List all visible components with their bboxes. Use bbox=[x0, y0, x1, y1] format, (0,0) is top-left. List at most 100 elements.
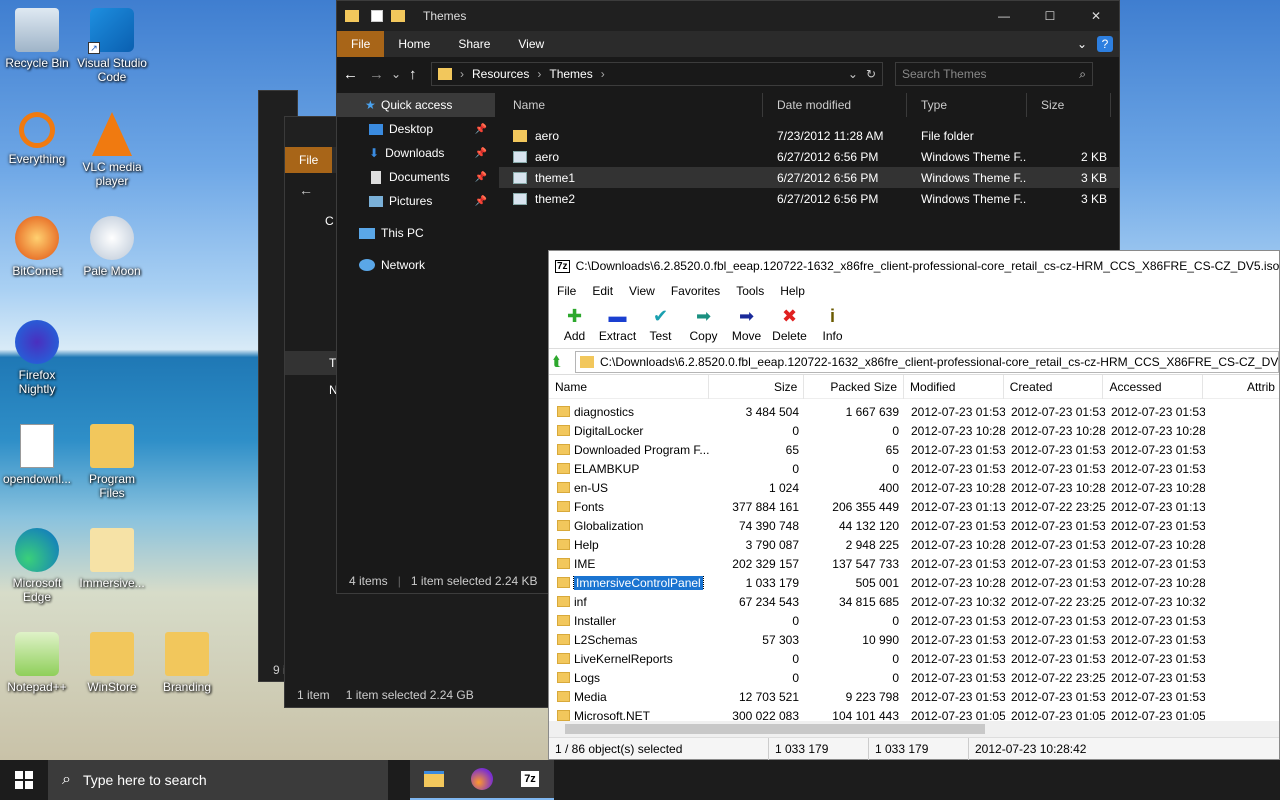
add-button[interactable]: ✚ Add bbox=[553, 301, 596, 343]
menu-tools[interactable]: Tools bbox=[728, 284, 772, 298]
archive-row[interactable]: Media 12 703 521 9 223 798 2012-07-23 01:53… bbox=[549, 687, 1279, 706]
file-row-selected[interactable]: theme1 6/27/2012 6:56 PM Windows Theme F… bbox=[499, 167, 1119, 188]
desktop-icon-vscode[interactable]: ↗ Visual Studio Code bbox=[75, 8, 149, 84]
extract-button[interactable]: ▬ Extract bbox=[596, 301, 639, 343]
pin-icon[interactable]: 📌 bbox=[475, 196, 487, 207]
recent-chevron-icon[interactable]: ⌄ bbox=[391, 67, 409, 81]
archive-row[interactable]: ELAMBKUP 0 0 2012-07-23 01:53 2012-07-23 01:… bbox=[549, 459, 1279, 478]
pin-icon[interactable]: 📌 bbox=[475, 148, 487, 159]
nav-downloads[interactable]: ⬇ Downloads 📌 bbox=[337, 141, 495, 165]
file-row[interactable]: aero 7/23/2012 11:28 AM File folder bbox=[499, 125, 1119, 146]
desktop-icon-pale-moon[interactable]: Pale Moon bbox=[75, 216, 149, 278]
desktop-icon-opendownload[interactable]: opendownl... bbox=[0, 424, 74, 486]
desktop-icon-immersive[interactable]: Immersive... bbox=[75, 528, 149, 590]
scrollbar-thumb[interactable] bbox=[565, 724, 985, 734]
desktop-icon-everything[interactable]: Everything bbox=[0, 112, 74, 166]
archive-row[interactable]: Globalization 74 390 748 44 132 120 2012-07… bbox=[549, 516, 1279, 535]
up-folder-icon[interactable]: ⮬ bbox=[553, 353, 575, 370]
column-name[interactable]: Name bbox=[549, 374, 709, 399]
archive-row[interactable]: Downloaded Program F... 65 65 2012-07-23 01… bbox=[549, 440, 1279, 459]
desktop-icon-vlc[interactable]: VLC media player bbox=[75, 112, 149, 188]
desktop-icon-bitcomet[interactable]: BitComet bbox=[0, 216, 74, 278]
minimize-button[interactable]: — bbox=[981, 9, 1027, 23]
menu-view[interactable]: View bbox=[621, 284, 663, 298]
info-button[interactable]: i Info bbox=[811, 301, 854, 343]
nav-desktop[interactable]: Desktop 📌 bbox=[337, 117, 495, 141]
tab-file[interactable]: File bbox=[337, 31, 385, 57]
search-box[interactable]: Search Themes ⌕ bbox=[895, 62, 1093, 86]
column-size[interactable]: Size bbox=[1027, 93, 1111, 117]
tab-home[interactable]: Home bbox=[384, 31, 444, 57]
7zip-file-manager-window[interactable]: 7z C:\Downloads\6.2.8520.0.fbl_eeap.1207… bbox=[548, 250, 1280, 760]
nav-network[interactable]: Network bbox=[337, 253, 495, 277]
archive-row[interactable]: Installer 0 0 2012-07-23 01:53 2012-07-23 01… bbox=[549, 611, 1279, 630]
column-modified[interactable]: Modified bbox=[904, 374, 1004, 399]
archive-row[interactable]: DigitalLocker 0 0 2012-07-23 10:28 2012-07-2… bbox=[549, 421, 1279, 440]
up-arrow-icon[interactable]: ↑ bbox=[409, 66, 431, 83]
archive-row[interactable]: Logs 0 0 2012-07-23 01:53 2012-07-22 23:25 20… bbox=[549, 668, 1279, 687]
nav-documents[interactable]: Documents 📌 bbox=[337, 165, 495, 189]
file-row[interactable]: theme2 6/27/2012 6:56 PM Windows Theme F… bbox=[499, 188, 1119, 209]
pin-icon[interactable]: 📌 bbox=[475, 124, 487, 135]
desktop-icon-microsoft-edge[interactable]: Microsoft Edge bbox=[0, 528, 74, 604]
taskbar-search-box[interactable]: ⌕ Type here to search bbox=[48, 760, 388, 800]
maximize-button[interactable]: ☐ bbox=[1027, 9, 1073, 23]
properties-icon[interactable] bbox=[371, 10, 383, 22]
archive-row[interactable]: en-US 1 024 400 2012-07-23 10:28 2012-07-23 … bbox=[549, 478, 1279, 497]
close-button[interactable]: ✕ bbox=[1073, 9, 1119, 23]
taskbar-file-explorer[interactable] bbox=[410, 760, 458, 800]
desktop-icon-firefox-nightly[interactable]: Firefox Nightly bbox=[0, 320, 74, 396]
column-attrib[interactable]: Attrib bbox=[1203, 375, 1279, 399]
taskbar-7zip[interactable]: 7z bbox=[506, 760, 554, 800]
column-accessed[interactable]: Accessed bbox=[1103, 374, 1204, 399]
start-button[interactable] bbox=[0, 760, 48, 800]
back-arrow-icon[interactable]: ← bbox=[343, 66, 369, 83]
search-input[interactable]: Search Themes bbox=[902, 67, 987, 81]
column-date-modified[interactable]: Date modified bbox=[763, 93, 907, 117]
desktop-icon-recycle-bin[interactable]: Recycle Bin bbox=[0, 8, 74, 70]
archive-row[interactable]: IME 202 329 157 137 547 733 2012-07-23 01:5… bbox=[549, 554, 1279, 573]
tab-share[interactable]: Share bbox=[444, 31, 504, 57]
tab-view[interactable]: View bbox=[504, 31, 558, 57]
delete-button[interactable]: ✖ Delete bbox=[768, 301, 811, 343]
tab-file[interactable]: File bbox=[285, 147, 333, 173]
address-dropdown-icon[interactable]: ⌄ bbox=[848, 67, 858, 81]
path-input[interactable]: C:\Downloads\6.2.8520.0.fbl_eeap.120722-… bbox=[575, 350, 1279, 373]
nav-this-pc[interactable]: This PC bbox=[337, 221, 495, 245]
desktop-icon-winstore[interactable]: WinStore bbox=[75, 632, 149, 694]
new-folder-icon[interactable] bbox=[391, 10, 405, 22]
archive-row[interactable]: Fonts 377 884 161 206 355 449 2012-07-23 01… bbox=[549, 497, 1279, 516]
column-type[interactable]: Type bbox=[907, 93, 1027, 117]
archive-row[interactable]: L2Schemas 57 303 10 990 2012-07-23 01:53 201… bbox=[549, 630, 1279, 649]
column-packed-size[interactable]: Packed Size bbox=[804, 374, 905, 399]
menu-file[interactable]: File bbox=[549, 284, 584, 298]
move-button[interactable]: ➡ Move bbox=[725, 301, 768, 343]
test-button[interactable]: ✔ Test bbox=[639, 301, 682, 343]
nav-quick-access[interactable]: ★ Quick access bbox=[337, 93, 495, 117]
address-bar[interactable]: › Resources › Themes › ⌄ ↻ bbox=[431, 62, 883, 86]
archive-row[interactable]: LiveKernelReports 0 0 2012-07-23 01:53 2012-… bbox=[549, 649, 1279, 668]
pin-icon[interactable]: 📌 bbox=[475, 172, 487, 183]
breadcrumb-resources[interactable]: Resources bbox=[472, 67, 529, 81]
nav-pictures[interactable]: Pictures 📌 bbox=[337, 189, 495, 213]
forward-arrow-icon[interactable]: → bbox=[369, 66, 391, 83]
archive-row[interactable]: ImmersiveControlPanel 1 033 179 505 001 201… bbox=[549, 573, 1279, 592]
column-created[interactable]: Created bbox=[1004, 374, 1104, 399]
refresh-icon[interactable]: ↻ bbox=[866, 67, 876, 81]
help-icon[interactable]: ? bbox=[1097, 36, 1113, 52]
collapse-ribbon-icon[interactable]: ⌄ bbox=[1077, 37, 1097, 51]
archive-row[interactable]: diagnostics 3 484 504 1 667 639 2012-07-23 … bbox=[549, 402, 1279, 421]
file-row[interactable]: aero 6/27/2012 6:56 PM Windows Theme F..… bbox=[499, 146, 1119, 167]
menu-help[interactable]: Help bbox=[772, 284, 813, 298]
column-name[interactable]: Name bbox=[499, 93, 763, 117]
archive-row[interactable]: Help 3 790 087 2 948 225 2012-07-23 10:28 20… bbox=[549, 535, 1279, 554]
archive-row[interactable]: inf 67 234 543 34 815 685 2012-07-23 10:32 2… bbox=[549, 592, 1279, 611]
horizontal-scrollbar[interactable] bbox=[549, 721, 1279, 737]
desktop-icon-program-files[interactable]: Program Files bbox=[75, 424, 149, 500]
column-size[interactable]: Size bbox=[709, 374, 805, 399]
desktop-icon-branding[interactable]: Branding bbox=[150, 632, 224, 694]
copy-button[interactable]: ➡ Copy bbox=[682, 301, 725, 343]
breadcrumb-themes[interactable]: Themes bbox=[549, 67, 592, 81]
taskbar-firefox[interactable] bbox=[458, 760, 506, 800]
menu-favorites[interactable]: Favorites bbox=[663, 284, 728, 298]
